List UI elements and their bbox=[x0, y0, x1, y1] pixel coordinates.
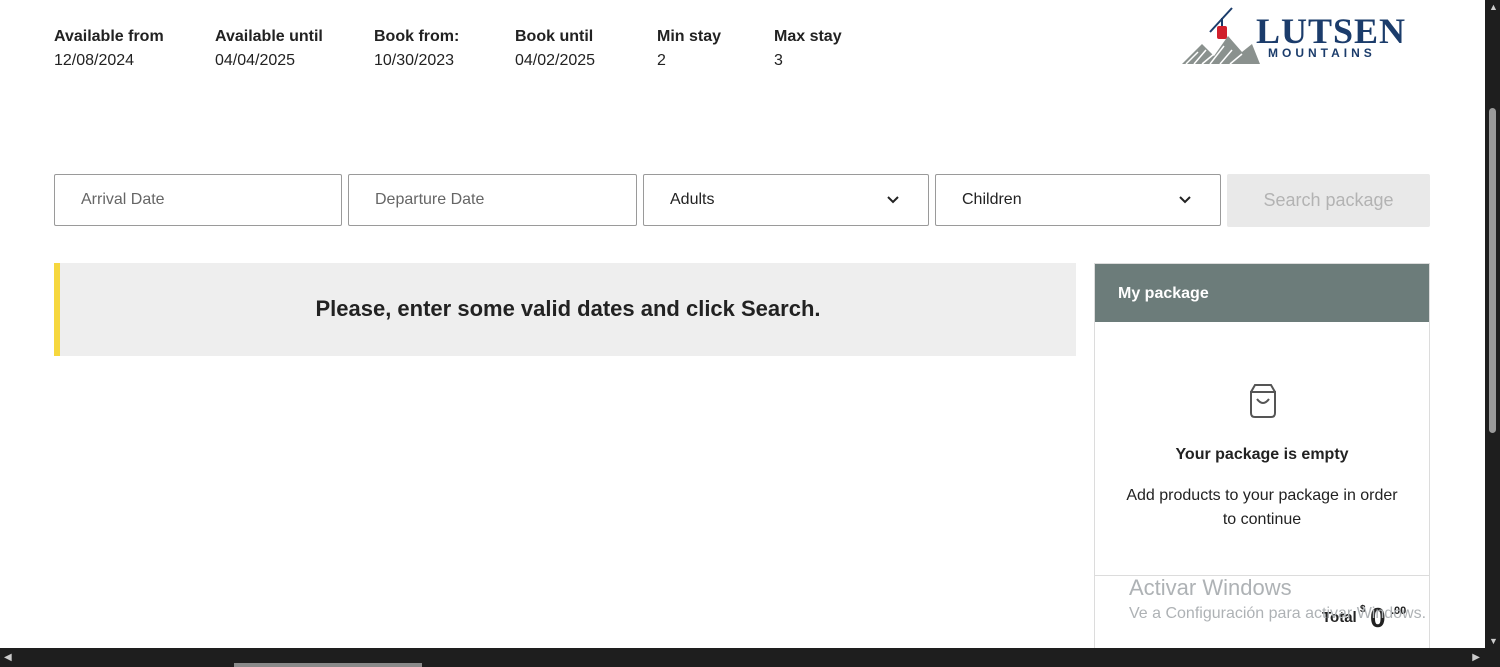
children-select[interactable]: Children bbox=[935, 174, 1221, 226]
info-book-from: Book from: 10/30/2023 bbox=[374, 28, 459, 70]
info-value: 04/04/2025 bbox=[215, 52, 296, 69]
chevron-down-icon bbox=[887, 196, 899, 204]
adults-select[interactable]: Adults bbox=[643, 174, 929, 226]
info-value: 3 bbox=[774, 52, 783, 69]
arrival-date-field[interactable] bbox=[54, 174, 342, 226]
alert-message: Please, enter some valid dates and click… bbox=[315, 296, 821, 321]
my-package-header: My package bbox=[1095, 264, 1429, 322]
empty-package-text: Add products to your package in order to… bbox=[1126, 487, 1398, 528]
shopping-bag-icon bbox=[1250, 384, 1276, 418]
adults-select-value: Adults bbox=[670, 191, 715, 208]
info-value: 04/02/2025 bbox=[515, 52, 596, 69]
info-value: 12/08/2024 bbox=[54, 52, 135, 69]
info-label: Min stay bbox=[657, 28, 722, 45]
chevron-down-icon bbox=[1179, 196, 1191, 204]
scroll-right-icon[interactable]: ▶ bbox=[1472, 652, 1480, 663]
info-available-from: Available from 12/08/2024 bbox=[54, 28, 164, 70]
info-available-until: Available until 04/04/2025 bbox=[215, 28, 323, 70]
logo-subtitle: MOUNTAINS bbox=[1268, 46, 1376, 60]
info-label: Book until bbox=[515, 28, 594, 45]
validation-alert: Please, enter some valid dates and click… bbox=[54, 263, 1076, 356]
arrival-date-input[interactable] bbox=[55, 175, 341, 225]
departure-date-input[interactable] bbox=[349, 175, 636, 225]
search-package-button[interactable]: Search package bbox=[1227, 174, 1430, 227]
empty-package-title: Your package is empty bbox=[1175, 446, 1349, 463]
scroll-down-icon[interactable]: ▼ bbox=[1489, 636, 1498, 646]
vertical-scroll-thumb[interactable] bbox=[1489, 108, 1496, 433]
info-value: 2 bbox=[657, 52, 666, 69]
lutsen-logo[interactable]: LUTSEN MOUNTAINS bbox=[1180, 6, 1410, 68]
info-book-until: Book until 04/02/2025 bbox=[515, 28, 595, 70]
scroll-up-icon[interactable]: ▲ bbox=[1489, 2, 1498, 12]
my-package-panel: My package Your package is empty Add pro… bbox=[1094, 263, 1430, 663]
departure-date-field[interactable] bbox=[348, 174, 637, 226]
info-label: Available until bbox=[215, 28, 323, 45]
mountain-gondola-icon bbox=[1182, 7, 1260, 65]
info-label: Book from: bbox=[374, 28, 460, 45]
info-max-stay: Max stay 3 bbox=[774, 28, 842, 70]
windows-watermark-text: Ve a Configuración para activar Windows. bbox=[1129, 605, 1427, 622]
horizontal-scroll-thumb[interactable] bbox=[234, 663, 422, 667]
info-min-stay: Min stay 2 bbox=[657, 28, 721, 70]
scroll-left-icon[interactable]: ◀ bbox=[4, 652, 12, 663]
children-select-value: Children bbox=[962, 191, 1022, 208]
info-label: Available from bbox=[54, 28, 164, 45]
windows-watermark-title: Activar Windows bbox=[1129, 575, 1292, 600]
vertical-scrollbar[interactable]: ▲ ▼ bbox=[1485, 0, 1500, 648]
info-value: 10/30/2023 bbox=[374, 52, 455, 69]
info-label: Max stay bbox=[774, 28, 842, 45]
horizontal-scrollbar[interactable]: ◀ ▶ bbox=[0, 648, 1500, 667]
